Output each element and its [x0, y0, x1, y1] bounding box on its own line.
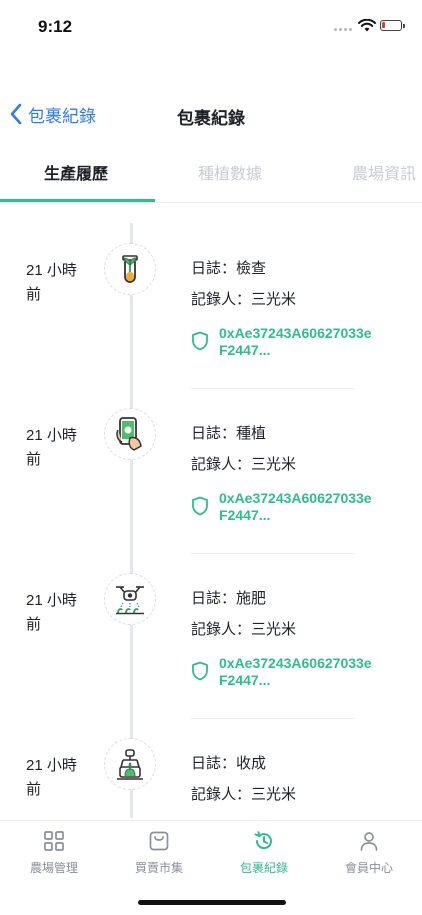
status-time: 9:12: [38, 17, 73, 36]
timeline-line: [130, 223, 133, 818]
entry-log: 日誌：施肥: [191, 590, 267, 607]
entry-recorder: 記錄人：三光米: [191, 291, 297, 308]
harvest-robot-icon: [104, 738, 156, 790]
entry-time: 21 小時前: [26, 427, 77, 468]
blockchain-hash-link[interactable]: 0xAe37243A60627033eF2447...: [191, 325, 379, 359]
divider: [191, 718, 355, 719]
tabbar-label: 會員中心: [344, 861, 393, 875]
hash-text: 0xAe37243A60627033eF2447...: [219, 490, 372, 523]
signal-icon: [334, 28, 356, 32]
entry-recorder: 記錄人：三光米: [191, 456, 297, 473]
battery-icon: [380, 20, 405, 31]
timeline: 21 小時前 日誌：檢查 記錄人：三光米 0xAe37243A60627033e…: [0, 203, 422, 818]
shopping-bag-icon: [114, 829, 204, 853]
status-bar: 9:12: [0, 0, 422, 56]
tab-underline: [0, 199, 155, 202]
tabbar-label: 農場管理: [29, 861, 78, 875]
hash-text: 0xAe37243A60627033eF2447...: [219, 655, 372, 688]
tabbar-label: 買賣市集: [134, 861, 183, 875]
nav-bar: 包裹紀錄 包裹紀錄: [0, 92, 422, 136]
entry-time: 21 小時前: [26, 757, 77, 798]
tabbar-farm-management[interactable]: 農場管理: [9, 829, 99, 876]
tabbar-marketplace[interactable]: 買賣市集: [114, 829, 204, 876]
shield-icon: [192, 496, 208, 516]
entry-time: 21 小時前: [26, 592, 77, 633]
history-icon: [219, 829, 309, 853]
test-tube-plant-icon: [104, 243, 156, 295]
phone-in-hand-icon: [104, 408, 156, 460]
tab-production-history[interactable]: 生產履歷: [44, 160, 108, 184]
home-indicator: [138, 900, 286, 905]
divider: [191, 388, 355, 389]
hash-text: 0xAe37243A60627033eF2447...: [219, 325, 372, 358]
grid-icon: [9, 829, 99, 853]
entry-recorder: 記錄人：三光米: [191, 621, 297, 638]
tab-bar-top: 生產履歷 種植數據 農場資訊: [0, 144, 422, 203]
divider: [191, 553, 355, 554]
person-icon: [324, 829, 414, 853]
drone-icon: [104, 573, 156, 625]
wifi-icon: [358, 19, 376, 32]
shield-icon: [192, 661, 208, 681]
shield-icon: [192, 331, 208, 351]
tabbar-label: 包裹紀錄: [239, 861, 288, 875]
tab-farm-info[interactable]: 農場資訊: [352, 160, 416, 184]
entry-log: 日誌：種植: [191, 425, 267, 442]
blockchain-hash-link[interactable]: 0xAe37243A60627033eF2447...: [191, 490, 379, 524]
page-title: 包裹紀錄: [177, 109, 245, 128]
entry-recorder: 記錄人：三光米: [191, 786, 297, 803]
entry-log: 日誌：檢查: [191, 260, 267, 277]
blockchain-hash-link[interactable]: 0xAe37243A60627033eF2447...: [191, 655, 379, 689]
entry-time: 21 小時前: [26, 262, 77, 303]
tabbar-package-records[interactable]: 包裹紀錄: [219, 829, 309, 876]
tabbar-member-center[interactable]: 會員中心: [324, 829, 414, 876]
tab-planting-data[interactable]: 種植數據: [198, 160, 262, 184]
entry-log: 日誌：收成: [191, 755, 267, 772]
